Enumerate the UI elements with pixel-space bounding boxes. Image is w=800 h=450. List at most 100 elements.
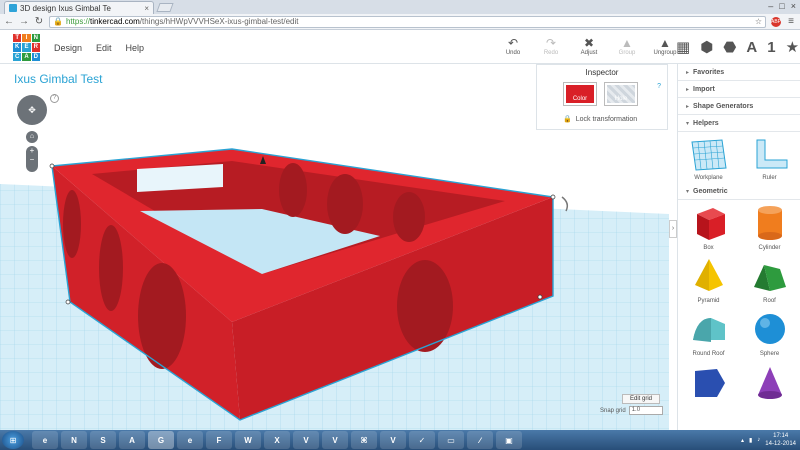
taskbar-app-9[interactable]: X: [264, 431, 290, 449]
helper-workplane[interactable]: Workplane: [684, 138, 734, 181]
tools-view-icon[interactable]: ⬣: [723, 38, 736, 56]
view-navigation-control[interactable]: ✥: [17, 95, 47, 125]
taskbar-app-12[interactable]: ⌘: [351, 431, 377, 449]
shape-sphere[interactable]: Sphere: [739, 310, 800, 357]
favorite-view-icon[interactable]: ★: [786, 38, 799, 56]
url-path: /things/hHWpVVVHSeX-ixus-gimbal-test/edi…: [139, 17, 299, 26]
hole-left-3: [138, 263, 186, 369]
undo-button[interactable]: ↶ Undo: [500, 36, 526, 56]
snap-grid: Snap grid 1.0: [600, 406, 663, 415]
taskbar-app-17[interactable]: ▣: [496, 431, 522, 449]
maximize-icon[interactable]: □: [779, 1, 784, 11]
redo-icon: ↷: [545, 36, 557, 50]
taskbar-app-1[interactable]: e: [32, 431, 58, 449]
network-icon[interactable]: ▮: [749, 437, 752, 444]
chevron-right-icon: ▸: [686, 86, 690, 93]
sphere-icon: [754, 314, 785, 344]
ruler-icon: [756, 139, 787, 169]
favicon-icon: [9, 4, 17, 12]
url-input[interactable]: 🔒 https://tinkercad.com/things/hHWpVVVHS…: [49, 15, 766, 28]
grid-view-icon[interactable]: ▦: [676, 38, 690, 56]
section-geometric[interactable]: ▾ Geometric: [678, 183, 800, 200]
browser-tabbar: 3D design Ixus Gimbal Te × – □ ×: [0, 0, 800, 14]
menu-help[interactable]: Help: [126, 43, 145, 53]
taskbar-app-3[interactable]: S: [90, 431, 116, 449]
section-helpers[interactable]: ▾ Helpers: [678, 115, 800, 132]
new-tab-button[interactable]: [156, 3, 174, 12]
menu-edit[interactable]: Edit: [96, 43, 112, 53]
close-window-icon[interactable]: ×: [791, 1, 796, 11]
workplane-canvas[interactable]: Ixus Gimbal Test ✥ ? ⌂ + − Inspector ? Co…: [0, 64, 669, 430]
hole-swatch-button[interactable]: Hole: [604, 82, 638, 106]
taskbar-app-6[interactable]: e: [177, 431, 203, 449]
helper-ruler[interactable]: Ruler: [745, 138, 795, 181]
reload-icon[interactable]: ↻: [34, 16, 44, 27]
adblock-extension-icon[interactable]: ABP: [771, 16, 781, 27]
text-view-icon[interactable]: A: [746, 39, 757, 56]
taskbar-app-16[interactable]: ∕: [467, 431, 493, 449]
clock[interactable]: 17:14 14-12-2014: [765, 432, 796, 448]
hole-1: [279, 163, 307, 217]
minimize-icon[interactable]: –: [768, 1, 773, 11]
forward-icon[interactable]: →: [19, 16, 29, 27]
taskbar-app-2[interactable]: N: [61, 431, 87, 449]
system-tray: ▴ ▮ ♪ 17:14 14-12-2014: [741, 432, 800, 448]
shape-cylinder[interactable]: Cylinder: [739, 204, 800, 251]
view-tools: ▦ ⬢ ⬣ A 1 ★: [676, 38, 799, 57]
shape-round-roof[interactable]: Round Roof: [678, 310, 739, 357]
inspector-help-icon[interactable]: ?: [657, 83, 661, 90]
lock-icon: 🔒: [53, 17, 63, 26]
ungroup-button[interactable]: ▲ Ungroup: [652, 36, 678, 56]
section-shape-generators[interactable]: ▸ Shape Generators: [678, 98, 800, 115]
tray-expand-icon[interactable]: ▴: [741, 437, 744, 444]
ungroup-icon: ▲: [659, 36, 671, 50]
shape-box[interactable]: Box: [678, 204, 739, 251]
padlock-icon: 🔒: [563, 116, 572, 123]
zoom-control[interactable]: + −: [26, 146, 38, 172]
edit-grid-button[interactable]: Edit grid: [622, 394, 660, 404]
taskbar-app-8[interactable]: W: [235, 431, 261, 449]
volume-icon[interactable]: ♪: [757, 437, 760, 443]
snap-grid-select[interactable]: 1.0: [628, 406, 663, 415]
hole-left-2: [99, 225, 123, 311]
view-help-icon[interactable]: ?: [50, 94, 59, 103]
chevron-down-icon: ▾: [686, 188, 690, 195]
color-swatch-button[interactable]: Color: [563, 82, 597, 106]
home-view-icon[interactable]: ⌂: [26, 131, 38, 143]
redo-button[interactable]: ↷ Redo: [538, 36, 564, 56]
tab-title: 3D design Ixus Gimbal Te: [20, 3, 112, 13]
taskbar-app-13[interactable]: V: [380, 431, 406, 449]
taskbar-app-7[interactable]: F: [206, 431, 232, 449]
start-button[interactable]: ⊞: [2, 431, 24, 449]
collapse-sidebar-button[interactable]: ›: [669, 220, 677, 238]
taskbar-app-11[interactable]: V: [322, 431, 348, 449]
section-favorites[interactable]: ▸ Favorites: [678, 64, 800, 81]
rotate-handle-icon[interactable]: [561, 196, 569, 212]
box-view-icon[interactable]: ⬢: [700, 38, 713, 56]
number-view-icon[interactable]: 1: [767, 39, 775, 56]
edit-tools: ↶ Undo ↷ Redo ✖ Adjust ▲ Group ▲ Ungroup: [500, 36, 678, 56]
shape-cone[interactable]: [739, 363, 800, 404]
taskbar-app-chrome[interactable]: G: [148, 431, 174, 449]
group-button[interactable]: ▲ Group: [614, 36, 640, 56]
taskbar-apps: e N S A G e F W X V V ⌘ V ✓ ▭ ∕ ▣: [32, 431, 522, 449]
section-import[interactable]: ▸ Import: [678, 81, 800, 98]
design-title[interactable]: Ixus Gimbal Test: [14, 72, 102, 86]
close-tab-icon[interactable]: ×: [144, 4, 149, 13]
taskbar-app-10[interactable]: V: [293, 431, 319, 449]
menu-design[interactable]: Design: [54, 43, 82, 53]
shape-polygon[interactable]: [678, 363, 739, 404]
star-icon[interactable]: ☆: [755, 17, 762, 26]
lock-transformation-toggle[interactable]: 🔒 Lock transformation: [563, 115, 637, 124]
menu-icon[interactable]: ≡: [786, 16, 796, 27]
inspector-panel: Inspector ? Color Hole 🔒 Lock transforma…: [536, 64, 668, 130]
taskbar-app-14[interactable]: ✓: [409, 431, 435, 449]
browser-tab[interactable]: 3D design Ixus Gimbal Te ×: [4, 1, 154, 14]
taskbar-app-15[interactable]: ▭: [438, 431, 464, 449]
shape-pyramid[interactable]: Pyramid: [678, 257, 739, 304]
shape-roof[interactable]: Roof: [739, 257, 800, 304]
tinkercad-logo[interactable]: TIN KER CAD: [13, 34, 40, 61]
adjust-button[interactable]: ✖ Adjust: [576, 36, 602, 56]
back-icon[interactable]: ←: [4, 16, 14, 27]
taskbar-app-4[interactable]: A: [119, 431, 145, 449]
